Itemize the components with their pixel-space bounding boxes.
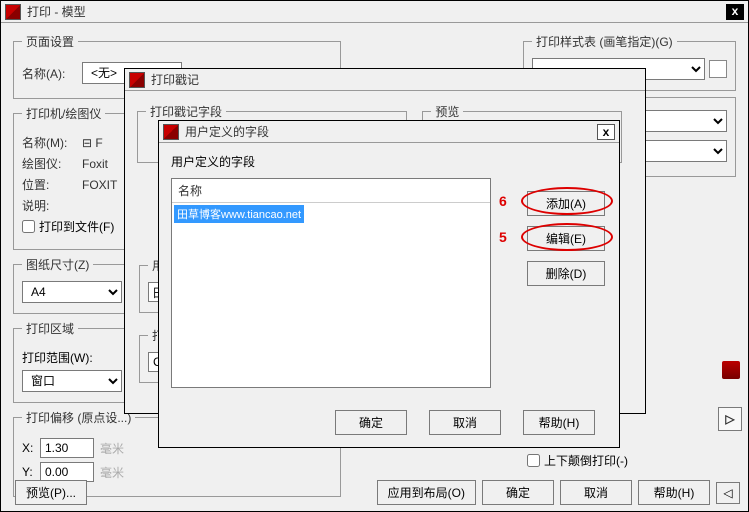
list-column-name: 名称 bbox=[172, 179, 490, 203]
dlg3-title: 用户定义的字段 bbox=[185, 123, 597, 140]
close-icon[interactable]: x bbox=[726, 4, 744, 20]
printer-legend: 打印机/绘图仪 bbox=[22, 105, 105, 122]
app-logo-icon bbox=[5, 4, 21, 20]
annotation-number-6: 6 bbox=[499, 193, 507, 209]
user-fields-dialog: 用户定义的字段 x 用户定义的字段 名称 田草博客www.tiancao.net… bbox=[158, 120, 620, 448]
add-button[interactable]: 添加(A) bbox=[527, 191, 605, 216]
list-item[interactable]: 田草博客www.tiancao.net bbox=[174, 205, 304, 223]
main-title: 打印 - 模型 bbox=[27, 3, 726, 20]
app-logo-icon bbox=[163, 124, 179, 140]
stamp-icon[interactable] bbox=[722, 361, 740, 379]
dlg3-titlebar: 用户定义的字段 x bbox=[159, 121, 619, 143]
dlg2-title: 打印戳记 bbox=[151, 71, 641, 88]
upside-down-label: 上下颠倒打印(-) bbox=[544, 452, 628, 469]
expand-button[interactable]: ◁ bbox=[716, 482, 740, 504]
plotter-label: 绘图仪: bbox=[22, 155, 82, 172]
offset-unit-2: 毫米 bbox=[100, 464, 124, 481]
printer-name-label: 名称(M): bbox=[22, 134, 82, 151]
dlg3-help-button[interactable]: 帮助(H) bbox=[523, 410, 595, 435]
cancel-button[interactable]: 取消 bbox=[560, 480, 632, 505]
location-label: 位置: bbox=[22, 176, 82, 193]
plot-style-edit-icon[interactable] bbox=[709, 60, 727, 78]
annotation-number-5: 5 bbox=[499, 229, 507, 245]
dlg3-cancel-button[interactable]: 取消 bbox=[429, 410, 501, 435]
help-button[interactable]: 帮助(H) bbox=[638, 480, 710, 505]
dlg3-ok-button[interactable]: 确定 bbox=[335, 410, 407, 435]
offset-x-input[interactable] bbox=[40, 438, 94, 458]
main-titlebar: 打印 - 模型 x bbox=[1, 1, 748, 23]
desc-label: 说明: bbox=[22, 197, 82, 214]
user-fields-list[interactable]: 名称 田草博客www.tiancao.net bbox=[171, 178, 491, 388]
stamp-preview-legend: 预览 bbox=[431, 103, 463, 120]
orientation-indicator: ▷ bbox=[718, 407, 742, 431]
print-area-legend: 打印区域 bbox=[22, 320, 78, 337]
offset-legend: 打印偏移 (原点设...) bbox=[22, 409, 135, 426]
paper-size-legend: 图纸尺寸(Z) bbox=[22, 256, 93, 273]
scope-select[interactable]: 窗口 bbox=[22, 370, 122, 392]
preview-button[interactable]: 预览(P)... bbox=[15, 480, 87, 505]
page-setup-legend: 页面设置 bbox=[22, 33, 78, 50]
delete-button[interactable]: 删除(D) bbox=[527, 261, 605, 286]
apply-layout-button[interactable]: 应用到布局(O) bbox=[377, 480, 476, 505]
offset-unit-1: 毫米 bbox=[100, 440, 124, 457]
scope-label: 打印范围(W): bbox=[22, 349, 102, 366]
offset-y-input[interactable] bbox=[40, 462, 94, 482]
ok-button[interactable]: 确定 bbox=[482, 480, 554, 505]
stamp-fields-legend: 打印戳记字段 bbox=[146, 103, 226, 120]
print-to-file-checkbox[interactable] bbox=[22, 220, 35, 233]
offset-x-label: X: bbox=[22, 441, 40, 455]
app-logo-icon bbox=[129, 72, 145, 88]
bottom-bar: 预览(P)... 应用到布局(O) 确定 取消 帮助(H) ◁ bbox=[9, 480, 740, 505]
close-icon[interactable]: x bbox=[597, 124, 615, 140]
plot-style-legend: 打印样式表 (画笔指定)(G) bbox=[532, 33, 677, 50]
page-name-label: 名称(A): bbox=[22, 65, 82, 82]
offset-y-label: Y: bbox=[22, 465, 40, 479]
dlg3-subtitle: 用户定义的字段 bbox=[171, 153, 607, 170]
print-to-file-label: 打印到文件(F) bbox=[39, 218, 114, 235]
upside-down-checkbox[interactable] bbox=[527, 454, 540, 467]
dlg2-titlebar: 打印戳记 bbox=[125, 69, 645, 91]
paper-size-select[interactable]: A4 bbox=[22, 281, 122, 303]
edit-button[interactable]: 编辑(E) bbox=[527, 226, 605, 251]
orientation-letter: ▷ bbox=[725, 412, 734, 426]
